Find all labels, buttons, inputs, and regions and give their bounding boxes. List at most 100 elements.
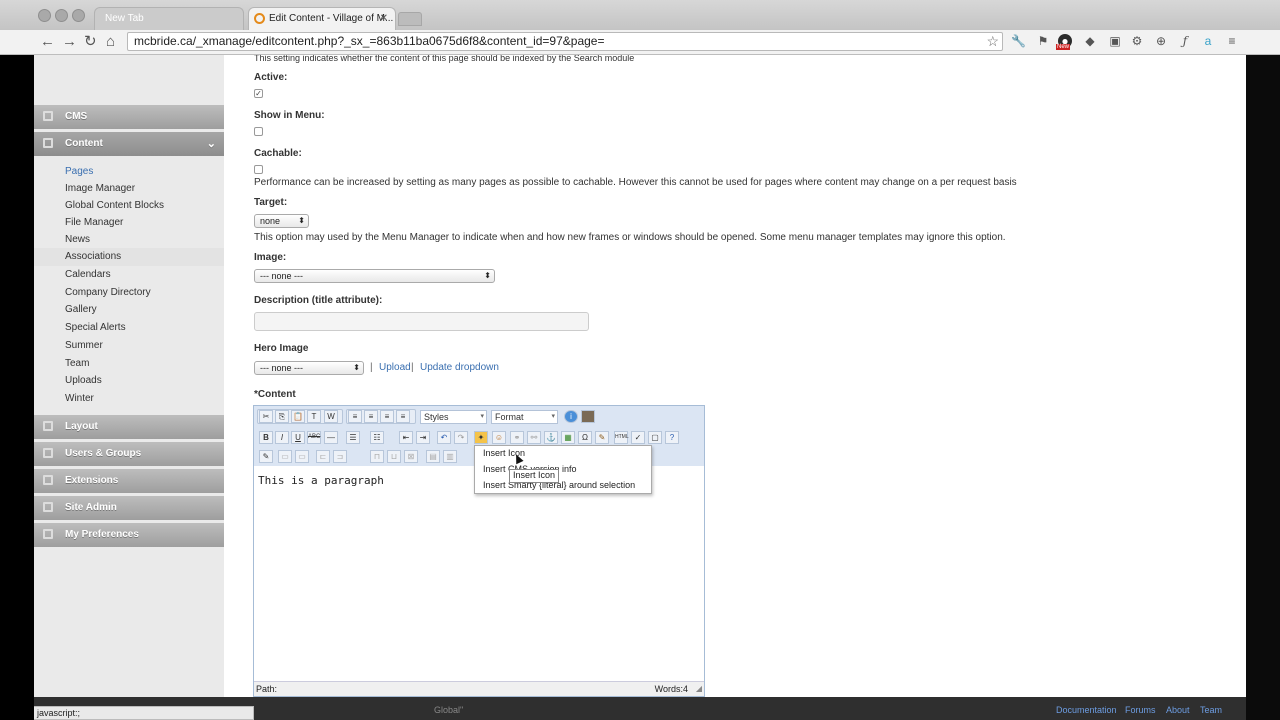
- hero-image-select[interactable]: --- none --- ⬍: [254, 361, 364, 375]
- home-icon[interactable]: ⌂: [106, 33, 115, 50]
- sidebar-section-layout[interactable]: Layout: [34, 415, 224, 439]
- format-select[interactable]: Format ▾: [491, 410, 558, 424]
- sidebar-item-file-manager[interactable]: File Manager: [65, 216, 123, 230]
- sidebar-item-global-content-blocks[interactable]: Global Content Blocks: [65, 199, 164, 213]
- row-before-icon[interactable]: ⊏: [316, 450, 330, 463]
- align-left-icon[interactable]: ≡: [348, 410, 362, 423]
- reload-icon[interactable]: ↻: [84, 33, 97, 50]
- evernote-icon[interactable]: ◆: [1083, 34, 1097, 48]
- bullet-list-icon[interactable]: ☰: [346, 431, 360, 444]
- redo-icon[interactable]: ↷: [454, 431, 468, 444]
- extension-leaf-icon[interactable]: ⚑: [1036, 34, 1050, 48]
- italic-icon[interactable]: I: [275, 431, 289, 444]
- paste-text-icon[interactable]: T: [307, 410, 321, 423]
- anchor-icon[interactable]: ⚓: [544, 431, 558, 444]
- split-cells-icon[interactable]: ▥: [443, 450, 457, 463]
- menu-icon[interactable]: ≡: [1225, 34, 1239, 48]
- sidebar-item-special-alerts[interactable]: Special Alerts: [65, 321, 126, 335]
- sidebar-section-content[interactable]: Content ⌄: [34, 132, 224, 156]
- special-character-icon[interactable]: Ω: [578, 431, 592, 444]
- resize-handle-icon[interactable]: ◢: [696, 682, 702, 696]
- col-after-icon[interactable]: ⊔: [387, 450, 401, 463]
- align-center-icon[interactable]: ≡: [364, 410, 378, 423]
- edit-icon[interactable]: ✎: [259, 450, 273, 463]
- target-select[interactable]: none ⬍: [254, 214, 309, 228]
- image-manager-icon[interactable]: [581, 410, 595, 423]
- footer-link-team[interactable]: Team: [1200, 705, 1222, 715]
- upload-link[interactable]: Upload: [379, 362, 411, 373]
- amazon-icon[interactable]: a: [1201, 34, 1215, 48]
- cms-insert-menu-icon[interactable]: ✦: [474, 431, 488, 444]
- align-right-icon[interactable]: ≡: [380, 410, 394, 423]
- spellcheck-icon[interactable]: ✓: [631, 431, 645, 444]
- sidebar-item-summer[interactable]: Summer: [65, 339, 103, 353]
- cachable-checkbox[interactable]: [254, 165, 263, 174]
- description-input[interactable]: [254, 312, 589, 331]
- cut-icon[interactable]: ✂: [259, 410, 273, 423]
- sidebar-item-gallery[interactable]: Gallery: [65, 303, 97, 317]
- paste-icon[interactable]: 📋: [291, 410, 305, 423]
- footer-link-about[interactable]: About: [1166, 705, 1190, 715]
- sidebar-item-uploads[interactable]: Uploads: [65, 374, 102, 388]
- address-bar[interactable]: mcbride.ca/_xmanage/editcontent.php?_sx_…: [127, 32, 1003, 51]
- align-justify-icon[interactable]: ≡: [396, 410, 410, 423]
- close-window-button[interactable]: [38, 9, 51, 22]
- back-arrow-icon[interactable]: ←: [40, 33, 55, 50]
- wrench-icon[interactable]: 🔧: [1011, 34, 1026, 48]
- new-tab-button[interactable]: [398, 12, 422, 26]
- menu-item-insert-smarty-literal[interactable]: Insert Smarty {literal} around selection: [483, 480, 635, 490]
- col-before-icon[interactable]: ⊓: [370, 450, 384, 463]
- sidebar-item-news[interactable]: News: [65, 233, 90, 247]
- footer-link-forums[interactable]: Forums: [1125, 705, 1156, 715]
- update-dropdown-link[interactable]: Update dropdown: [420, 362, 499, 373]
- unlink-icon[interactable]: ⚯: [527, 431, 541, 444]
- underline-icon[interactable]: U: [291, 431, 305, 444]
- sidebar-item-pages[interactable]: Pages: [65, 165, 93, 179]
- sidebar-section-site-admin[interactable]: Site Admin: [34, 496, 224, 520]
- sidebar-section-cms[interactable]: CMS: [34, 105, 224, 129]
- delete-col-icon[interactable]: ⊠: [404, 450, 418, 463]
- strikethrough-icon[interactable]: ABC: [307, 431, 321, 444]
- styles-select[interactable]: Styles ▾: [420, 410, 487, 424]
- bookmark-star-icon[interactable]: ☆: [986, 33, 999, 50]
- gear-icon[interactable]: ⚙: [1130, 34, 1144, 48]
- maximize-window-button[interactable]: [72, 9, 85, 22]
- info-icon[interactable]: i: [564, 410, 578, 423]
- sidebar-section-extensions[interactable]: Extensions: [34, 469, 224, 493]
- ip-icon[interactable]: ⊕: [1154, 34, 1168, 48]
- smiley-icon[interactable]: ☺: [492, 431, 506, 444]
- sidebar-item-company-directory[interactable]: Company Directory: [65, 286, 151, 300]
- merge-cells-icon[interactable]: ▤: [426, 450, 440, 463]
- image-select[interactable]: --- none --- ⬍: [254, 269, 495, 283]
- minimize-window-button[interactable]: [55, 9, 68, 22]
- sidebar-item-associations[interactable]: Associations: [65, 250, 121, 264]
- sidebar-item-team[interactable]: Team: [65, 357, 89, 371]
- link-icon[interactable]: ⚭: [510, 431, 524, 444]
- table-icon[interactable]: ▭: [278, 450, 292, 463]
- sidebar-section-users-groups[interactable]: Users & Groups: [34, 442, 224, 466]
- show-in-menu-checkbox[interactable]: [254, 127, 263, 136]
- forward-arrow-icon[interactable]: →: [62, 33, 77, 50]
- sidebar-item-image-manager[interactable]: Image Manager: [65, 182, 135, 196]
- insert-image-icon[interactable]: ▦: [561, 431, 575, 444]
- cleanup-icon[interactable]: ✎: [595, 431, 609, 444]
- editor-content-area[interactable]: This is a paragraph: [258, 474, 384, 487]
- help-icon[interactable]: ?: [665, 431, 679, 444]
- footer-link-documentation[interactable]: Documentation: [1056, 705, 1117, 715]
- sidebar-section-my-preferences[interactable]: My Preferences: [34, 523, 224, 547]
- function-icon[interactable]: ƒ: [1178, 34, 1192, 48]
- undo-icon[interactable]: ↶: [437, 431, 451, 444]
- sidebar-item-winter[interactable]: Winter: [65, 392, 94, 406]
- indent-icon[interactable]: ⇥: [416, 431, 430, 444]
- fullscreen-icon[interactable]: ▢: [648, 431, 662, 444]
- row-after-icon[interactable]: ⊐: [333, 450, 347, 463]
- html-source-icon[interactable]: HTML: [614, 431, 629, 444]
- table-props-icon[interactable]: ▭: [295, 450, 309, 463]
- tab-new-tab[interactable]: New Tab: [94, 7, 244, 30]
- copy-icon[interactable]: ⎘: [275, 410, 289, 423]
- active-checkbox[interactable]: ✓: [254, 89, 263, 98]
- sidebar-item-calendars[interactable]: Calendars: [65, 268, 111, 282]
- bold-icon[interactable]: B: [259, 431, 273, 444]
- page-icon[interactable]: ▣: [1108, 34, 1122, 48]
- tab-edit-content[interactable]: Edit Content - Village of M... ✕: [248, 7, 396, 30]
